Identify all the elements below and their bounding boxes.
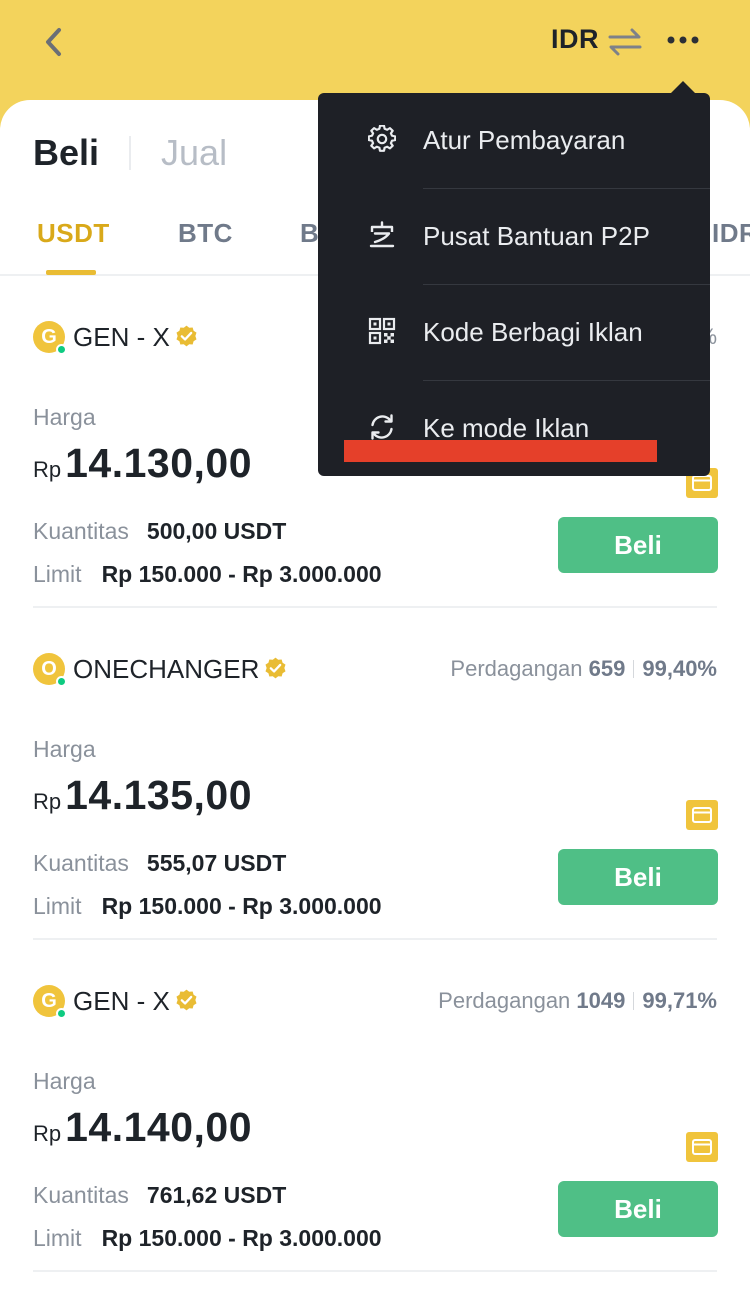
- coin-tab-b[interactable]: B: [300, 218, 319, 249]
- trade-stats: Perdagangan 1049 99,71%: [438, 988, 717, 1014]
- stats-separator: [633, 992, 635, 1010]
- verified-badge-icon: [176, 989, 197, 1011]
- gear-icon: [368, 125, 396, 152]
- price-currency: Rp: [33, 457, 62, 482]
- chevron-left-icon: [46, 28, 61, 56]
- more-options-button[interactable]: [665, 25, 701, 55]
- quantity-label: Kuantitas: [33, 1182, 129, 1208]
- advertiser-name-text: ONECHANGER: [73, 654, 260, 684]
- menu-item-share-ad-code[interactable]: Kode Berbagi Iklan: [318, 285, 710, 381]
- trades-count: 1049: [576, 988, 626, 1013]
- coin-tab-btc[interactable]: BTC: [178, 218, 233, 249]
- verified-badge-icon: [176, 325, 197, 347]
- switch-mode-icon: [371, 414, 393, 440]
- limit-label: Limit: [33, 561, 82, 587]
- red-highlight-underline: [344, 440, 657, 462]
- online-status-dot: [56, 676, 67, 687]
- trades-label: Perdagangan: [450, 656, 583, 681]
- bank-transfer-icon: [686, 800, 718, 830]
- buy-sell-tabs: Beli Jual: [33, 128, 227, 178]
- active-tab-underline: [46, 270, 96, 275]
- menu-item-p2p-help[interactable]: Pusat Bantuan P2P: [318, 189, 710, 285]
- online-status-dot: [56, 344, 67, 355]
- price: Rp14.135,00: [33, 772, 252, 819]
- menu-item-label: Atur Pembayaran: [423, 125, 626, 155]
- trades-count: 659: [588, 656, 626, 681]
- price-currency: Rp: [33, 789, 62, 814]
- limit-value: Rp 150.000 - Rp 3.000.000: [101, 893, 382, 919]
- price-label: Harga: [33, 1068, 96, 1094]
- limit-row: Limit Rp 150.000 - Rp 3.000.000: [33, 561, 382, 588]
- limit-row: Limit Rp 150.000 - Rp 3.000.000: [33, 1225, 382, 1252]
- trade-rate: 99,40%: [642, 656, 717, 681]
- qr-code-icon: [368, 317, 396, 345]
- menu-item-label: Pusat Bantuan P2P: [423, 221, 650, 251]
- ad-listing: O ONECHANGER Perdagangan 659 99,40% Harga…: [0, 608, 750, 940]
- menu-item-payment-settings[interactable]: Atur Pembayaran: [318, 93, 710, 189]
- bank-transfer-icon: [686, 1132, 718, 1162]
- limit-value: Rp 150.000 - Rp 3.000.000: [101, 561, 382, 587]
- back-button[interactable]: [38, 22, 72, 62]
- advertiser-name-text: GEN - X: [73, 322, 170, 352]
- fiat-currency-selector[interactable]: IDR: [551, 24, 599, 55]
- advertiser-name[interactable]: GEN - X: [73, 986, 199, 1017]
- quantity-row: Kuantitas 555,07 USDT: [33, 850, 286, 877]
- buy-button[interactable]: Beli: [558, 849, 718, 905]
- online-status-dot: [56, 1008, 67, 1019]
- quantity-label: Kuantitas: [33, 518, 129, 544]
- swap-currency-icon[interactable]: [607, 25, 643, 59]
- price-currency: Rp: [33, 1121, 62, 1146]
- ad-listing: G GEN - X Perdagangan 1049 99,71% Harga R…: [0, 940, 750, 1272]
- advertiser-name[interactable]: ONECHANGER: [73, 654, 288, 685]
- quantity-value: 500,00 USDT: [146, 518, 287, 544]
- listing-divider: [33, 1270, 717, 1272]
- advertiser-name-text: GEN - X: [73, 986, 170, 1016]
- help-center-icon: [369, 221, 395, 248]
- tab-buy[interactable]: Beli: [33, 132, 99, 174]
- quantity-row: Kuantitas 500,00 USDT: [33, 518, 286, 545]
- price-value: 14.135,00: [65, 772, 253, 818]
- quantity-value: 761,62 USDT: [146, 1182, 287, 1208]
- trade-stats: Perdagangan 659 99,40%: [450, 656, 717, 682]
- price-value: 14.130,00: [65, 440, 253, 486]
- tab-divider: [129, 136, 132, 170]
- buy-button[interactable]: Beli: [558, 517, 718, 573]
- stats-separator: [633, 660, 635, 678]
- price-value: 14.140,00: [65, 1104, 253, 1150]
- trades-label: Perdagangan: [438, 988, 571, 1013]
- trade-rate: 99,71%: [642, 988, 717, 1013]
- limit-row: Limit Rp 150.000 - Rp 3.000.000: [33, 893, 382, 920]
- price: Rp14.140,00: [33, 1104, 252, 1151]
- tab-sell[interactable]: Jual: [161, 132, 227, 174]
- quantity-row: Kuantitas 761,62 USDT: [33, 1182, 286, 1209]
- verified-badge-icon: [265, 657, 286, 679]
- price-label: Harga: [33, 736, 96, 762]
- options-menu: Atur Pembayaran Pusat Bantuan P2P Kode B…: [318, 93, 710, 476]
- more-dots-icon: [667, 36, 699, 44]
- coin-tab-idr[interactable]: IDR: [712, 218, 750, 249]
- quantity-value: 555,07 USDT: [146, 850, 287, 876]
- limit-label: Limit: [33, 893, 82, 919]
- advertiser-name[interactable]: GEN - X: [73, 322, 199, 353]
- menu-item-label: Kode Berbagi Iklan: [423, 317, 643, 347]
- quantity-label: Kuantitas: [33, 850, 129, 876]
- price: Rp14.130,00: [33, 440, 252, 487]
- limit-value: Rp 150.000 - Rp 3.000.000: [101, 1225, 382, 1251]
- coin-tab-usdt[interactable]: USDT: [37, 218, 110, 249]
- limit-label: Limit: [33, 1225, 82, 1251]
- price-label: Harga: [33, 404, 96, 430]
- buy-button[interactable]: Beli: [558, 1181, 718, 1237]
